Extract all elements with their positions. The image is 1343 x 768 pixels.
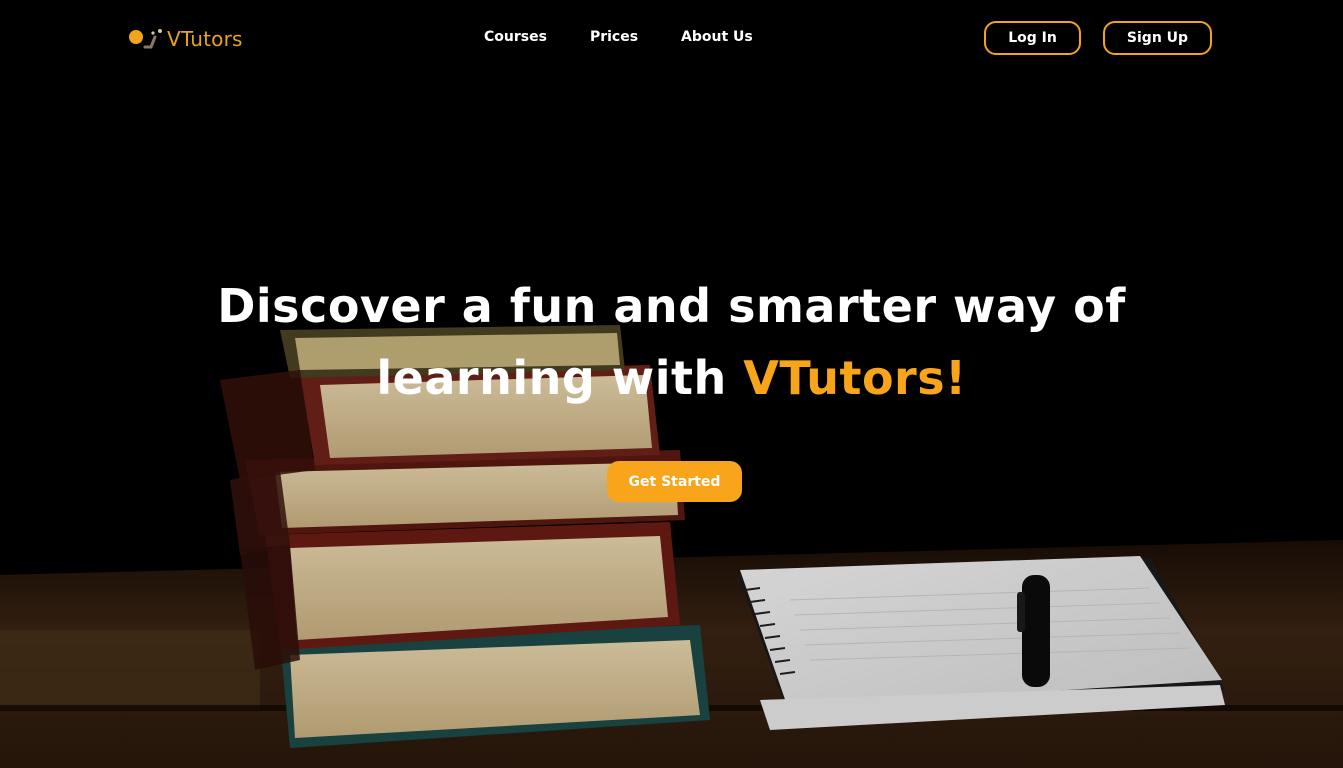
login-button[interactable]: Log In xyxy=(984,21,1081,55)
get-started-button[interactable]: Get Started xyxy=(607,461,742,502)
hero-heading-prefix: learning with xyxy=(376,351,744,405)
brand-name: VTutors xyxy=(167,27,243,51)
hero-heading-line-2: learning with VTutors! xyxy=(0,342,1343,414)
nav-link-courses[interactable]: Courses xyxy=(484,29,547,45)
nav-link-prices[interactable]: Prices xyxy=(590,29,638,45)
logo-icon xyxy=(129,29,162,49)
hero-heading-line-1: Discover a fun and smarter way of xyxy=(217,279,1126,333)
navbar: VTutors Courses Prices About Us Log In S… xyxy=(0,0,1343,80)
brand-logo[interactable]: VTutors xyxy=(127,24,243,54)
hero-heading: Discover a fun and smarter way of learni… xyxy=(0,270,1343,414)
hero-heading-brand: VTutors! xyxy=(743,351,967,405)
nav-link-about-us[interactable]: About Us xyxy=(681,29,753,45)
main-nav: Courses Prices About Us xyxy=(484,29,796,45)
signup-button[interactable]: Sign Up xyxy=(1103,21,1212,55)
landing-page: VTutors Courses Prices About Us Log In S… xyxy=(0,0,1343,768)
